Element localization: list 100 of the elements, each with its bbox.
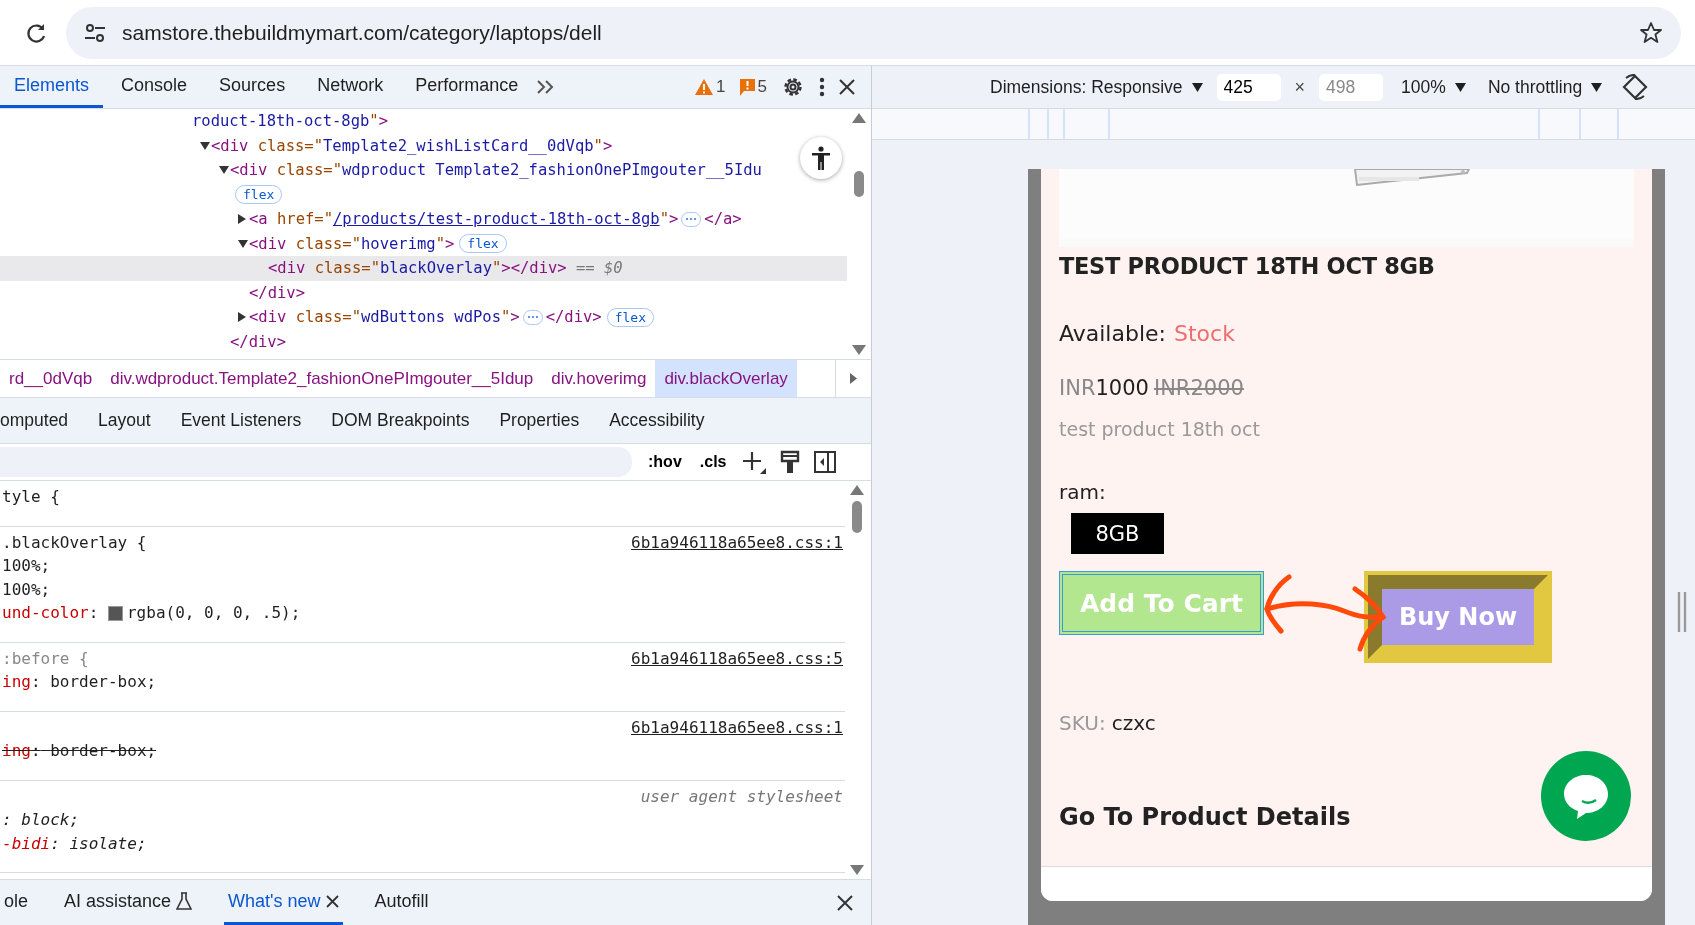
collapse-triangle-icon[interactable] bbox=[238, 214, 246, 225]
old-price: INR2000 bbox=[1153, 376, 1244, 400]
devtools-tab[interactable]: Network bbox=[303, 66, 398, 108]
throttling-dropdown[interactable]: No throttling bbox=[1487, 76, 1603, 98]
expand-button[interactable]: ⋯ bbox=[522, 309, 543, 325]
sidebar-toggle-icon[interactable] bbox=[814, 451, 837, 473]
issue-icon bbox=[739, 78, 755, 96]
availability-label: Available: bbox=[1059, 321, 1166, 346]
stylesheet-link[interactable]: 6b1a946118a65ee8.css:5 bbox=[631, 648, 845, 668]
speech-bubble-icon bbox=[1562, 773, 1610, 819]
zoom-dropdown[interactable]: 100% bbox=[1401, 76, 1466, 98]
expand-triangle-icon[interactable] bbox=[238, 239, 248, 248]
toggle-button[interactable]: .cls bbox=[697, 453, 729, 471]
code-text: <div class="Template2_wishListCard__0dVqb"> bbox=[211, 136, 613, 155]
plus-icon[interactable] bbox=[742, 450, 767, 474]
code-text: <div class="hoverimg"> bbox=[249, 234, 455, 253]
code-text: </div> bbox=[545, 308, 602, 327]
product-title: TEST PRODUCT 18TH OCT 8GB bbox=[1059, 253, 1436, 279]
scrollbar-thumb[interactable] bbox=[854, 171, 864, 197]
product-description: test product 18th oct bbox=[1059, 418, 1261, 440]
drawer-tab[interactable]: Autofill bbox=[370, 880, 433, 925]
more-tabs-icon[interactable] bbox=[536, 80, 555, 94]
dom-tree-row[interactable]: <div class="wdButtons wdPos"> ⋯ </div> flex bbox=[0, 305, 847, 330]
option-label: ram: bbox=[1059, 480, 1107, 504]
close-icon[interactable] bbox=[837, 894, 853, 911]
drawer-tab[interactable]: What's new bbox=[224, 880, 343, 925]
expand-triangle-icon[interactable] bbox=[219, 166, 229, 175]
flask-icon bbox=[176, 892, 193, 910]
code-text: <div class="wdproduct Template2_fashionOnePImgouter__5Idu bbox=[230, 161, 762, 180]
product-details-link[interactable]: Go To Product Details bbox=[1059, 803, 1634, 831]
scroll-up-icon[interactable] bbox=[852, 113, 866, 123]
devtools-tab[interactable]: Performance bbox=[401, 66, 533, 108]
scrollbar-thumb[interactable] bbox=[852, 501, 862, 533]
css-declaration: ing: border-box; bbox=[2, 672, 157, 692]
star-icon[interactable] bbox=[1639, 20, 1663, 45]
code-text: </div> bbox=[230, 332, 286, 351]
css-declaration: 100%; bbox=[2, 556, 51, 576]
dom-tree-row[interactable]: <div class="wdproduct Template2_fashionOnePImgouter__5Idu bbox=[0, 158, 847, 183]
styles-tab[interactable]: DOM Breakpoints bbox=[331, 410, 470, 431]
resize-handle-icon[interactable] bbox=[1677, 592, 1687, 632]
option-chip[interactable]: 8GB bbox=[1071, 513, 1164, 554]
breadcrumb[interactable]: div.wdproduct.Template2_fashionOnePImgouter__5Idup bbox=[101, 360, 543, 397]
breadcrumb[interactable]: rd__0dVqb bbox=[0, 360, 102, 397]
code-text: </a> bbox=[704, 210, 742, 229]
color-swatch[interactable] bbox=[108, 606, 123, 622]
collapse-triangle-icon[interactable] bbox=[238, 312, 246, 323]
css-declaration: ing: border-box; bbox=[2, 741, 157, 761]
dom-tree-row[interactable]: </div> bbox=[0, 329, 847, 354]
address-bar[interactable]: samstore.thebuildmymart.com/category/laptops/dell bbox=[66, 6, 1681, 59]
issue-count[interactable]: 5 bbox=[757, 77, 767, 97]
stylesheet-link[interactable]: 6b1a946118a65ee8.css:1 bbox=[631, 717, 845, 737]
caret-icon bbox=[1454, 82, 1466, 92]
width-input[interactable]: 425 bbox=[1216, 73, 1281, 101]
dom-tree-row[interactable]: <a href="/products/test-product-18th-oct-8gb"> ⋯ </a> bbox=[0, 207, 847, 232]
caret-icon bbox=[1191, 82, 1203, 92]
settings-icon[interactable] bbox=[781, 75, 805, 99]
breadcrumb[interactable]: div.hoverimg bbox=[542, 360, 656, 397]
devtools-tab[interactable]: Sources bbox=[205, 66, 300, 108]
close-icon[interactable] bbox=[839, 79, 855, 95]
scroll-up-icon[interactable] bbox=[850, 485, 864, 495]
times-sign: × bbox=[1294, 76, 1306, 98]
more-options-icon[interactable] bbox=[819, 77, 825, 97]
dom-tree-row[interactable]: <div class="Template2_wishListCard__0dVqb"> bbox=[0, 133, 847, 158]
dom-tree-row[interactable]: </div> bbox=[0, 280, 847, 305]
devtools-tab[interactable]: Console bbox=[107, 66, 202, 108]
styles-tab[interactable]: Event Listeners bbox=[180, 410, 302, 431]
scroll-down-icon[interactable] bbox=[850, 865, 864, 875]
expand-triangle-icon[interactable] bbox=[200, 141, 210, 150]
rotate-icon[interactable] bbox=[1622, 74, 1649, 100]
height-input[interactable]: 498 bbox=[1319, 73, 1384, 101]
stylesheet-link[interactable]: 6b1a946118a65ee8.css:1 bbox=[631, 532, 845, 552]
price: INR1000 bbox=[1059, 376, 1149, 400]
styles-tab[interactable]: Accessibility bbox=[609, 410, 705, 431]
site-settings-icon[interactable] bbox=[84, 22, 106, 43]
drawer-tab[interactable]: ole bbox=[0, 880, 33, 925]
breadcrumb[interactable]: div.blackOverlay bbox=[655, 360, 797, 397]
accessibility-button[interactable] bbox=[800, 137, 842, 179]
paint-brush-icon[interactable] bbox=[780, 450, 801, 474]
availability-status: Stock bbox=[1174, 321, 1235, 346]
drawer-tab[interactable]: AI assistance bbox=[60, 880, 197, 925]
warning-count[interactable]: 1 bbox=[716, 77, 726, 97]
person-icon bbox=[811, 146, 831, 170]
dom-tree-row[interactable]: roduct-18th-oct-8gb"> bbox=[0, 109, 847, 134]
url-text: samstore.thebuildmymart.com/category/laptops/dell bbox=[122, 20, 602, 45]
code-text: roduct-18th-oct-8gb"> bbox=[192, 112, 388, 131]
css-declaration: und-color: rgba(0, 0, 0, .5); bbox=[2, 603, 301, 623]
devtools-tab[interactable]: Elements bbox=[0, 66, 104, 108]
styles-tab[interactable]: Properties bbox=[499, 410, 580, 431]
dimensions-dropdown[interactable]: Dimensions: Responsive bbox=[990, 76, 1203, 98]
scroll-right-icon[interactable] bbox=[850, 373, 857, 384]
styles-tab[interactable]: omputed bbox=[0, 410, 69, 431]
css-selector: :before { bbox=[2, 648, 89, 668]
dom-tree-row[interactable]: <div class="hoverimg"> flex bbox=[0, 231, 847, 256]
warning-icon bbox=[695, 79, 714, 95]
scroll-down-icon[interactable] bbox=[852, 345, 866, 355]
close-icon[interactable] bbox=[325, 894, 339, 908]
expand-button[interactable]: ⋯ bbox=[681, 211, 702, 227]
toggle-button[interactable]: :hov bbox=[646, 453, 684, 471]
styles-tab[interactable]: Layout bbox=[98, 410, 151, 431]
dom-tree-row[interactable]: <div class="blackOverlay"></div> == $0 bbox=[0, 256, 847, 281]
